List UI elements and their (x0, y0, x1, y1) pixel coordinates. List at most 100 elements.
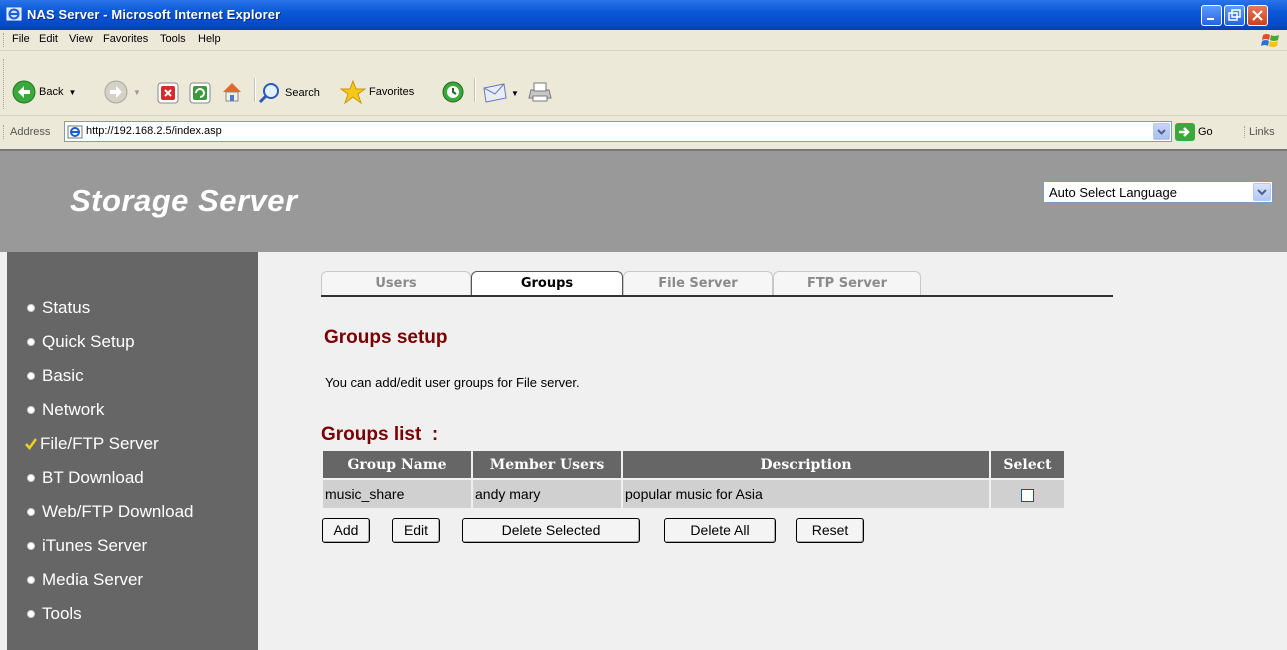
language-dropdown-button[interactable] (1253, 183, 1271, 201)
description-cell: popular music for Asia (623, 480, 989, 508)
menu-favorites[interactable]: Favorites (103, 33, 148, 45)
chevron-down-icon (1157, 129, 1166, 135)
sidebar-item-web-ftp-download[interactable]: Web/FTP Download (27, 502, 194, 522)
language-value: Auto Select Language (1049, 185, 1177, 200)
search-icon (258, 83, 279, 104)
search-button[interactable]: Search (258, 80, 320, 106)
address-url: http://192.168.2.5/index.asp (86, 125, 222, 137)
home-icon (223, 83, 241, 102)
sidebar-item-tools[interactable]: Tools (27, 604, 82, 624)
forward-arrow-icon (104, 80, 128, 104)
sidebar-item-network[interactable]: Network (27, 400, 104, 420)
window-titlebar: NAS Server - Microsoft Internet Explorer (0, 0, 1287, 30)
print-button[interactable] (527, 79, 553, 105)
window-title: NAS Server - Microsoft Internet Explorer (27, 7, 281, 22)
sidebar-item-basic[interactable]: Basic (27, 366, 84, 386)
tab-file-server[interactable]: File Server (623, 271, 773, 295)
address-input[interactable]: http://192.168.2.5/index.asp (64, 121, 1172, 142)
delete-selected-button[interactable]: Delete Selected (462, 518, 640, 543)
edit-button[interactable]: Edit (392, 518, 440, 543)
table-row: music_share andy mary popular music for … (323, 480, 1064, 508)
minimize-button[interactable] (1201, 5, 1222, 26)
checkmark-icon (25, 438, 37, 450)
bullet-icon (27, 372, 35, 380)
home-button[interactable] (220, 79, 244, 105)
minimize-icon (1207, 18, 1214, 20)
back-button[interactable]: Back ▼ (12, 79, 76, 105)
bullet-icon (27, 338, 35, 346)
menu-edit[interactable]: Edit (39, 33, 58, 45)
links-toolbar[interactable]: Links (1244, 126, 1275, 138)
menu-grip (3, 33, 7, 47)
bullet-icon (27, 542, 35, 550)
history-button[interactable] (441, 79, 465, 105)
toolbar-separator (254, 78, 256, 102)
browser-toolbar: Back ▼ ▼ Search Favorites ▼ (0, 51, 1287, 116)
reset-button[interactable]: Reset (796, 518, 864, 543)
select-checkbox[interactable] (1021, 488, 1034, 502)
sidebar-item-file-ftp-server[interactable]: File/FTP Server (25, 434, 159, 454)
address-grip (3, 125, 7, 139)
table-header-row: Group Name Member Users Description Sele… (323, 451, 1064, 478)
close-icon (1252, 10, 1263, 21)
column-header: Description (623, 451, 989, 478)
address-dropdown-button[interactable] (1153, 123, 1170, 140)
sidebar-item-bt-download[interactable]: BT Download (27, 468, 144, 488)
sidebar-item-status[interactable]: Status (27, 298, 90, 318)
bullet-icon (27, 406, 35, 414)
history-icon (442, 81, 464, 103)
stop-button[interactable] (157, 80, 179, 106)
language-select[interactable]: Auto Select Language (1043, 181, 1273, 203)
go-arrow-icon (1175, 123, 1195, 141)
tab-underline (321, 295, 1113, 297)
menu-file[interactable]: File (12, 33, 30, 45)
bullet-icon (27, 304, 35, 312)
sidebar-item-media-server[interactable]: Media Server (27, 570, 143, 590)
column-header: Group Name (323, 451, 471, 478)
favorites-button[interactable]: Favorites (340, 79, 414, 105)
groups-table: Group Name Member Users Description Sele… (321, 449, 1066, 510)
add-button[interactable]: Add (322, 518, 370, 543)
ie-logo-icon (6, 7, 22, 21)
go-button[interactable]: Go (1175, 123, 1213, 141)
page-header: Storage Server Auto Select Language (0, 149, 1287, 252)
tab-ftp-server[interactable]: FTP Server (773, 271, 921, 295)
address-label: Address (10, 126, 51, 138)
mail-dropdown-icon[interactable]: ▼ (511, 89, 519, 98)
back-arrow-icon (12, 80, 36, 104)
page-icon (67, 125, 83, 139)
restore-icon (1228, 9, 1241, 21)
forward-dropdown-icon[interactable]: ▼ (133, 88, 141, 97)
bullet-icon (27, 474, 35, 482)
bullet-icon (27, 610, 35, 618)
mail-icon (483, 83, 507, 103)
toolbar-separator (474, 78, 476, 102)
column-header: Member Users (473, 451, 621, 478)
delete-all-button[interactable]: Delete All (664, 518, 776, 543)
refresh-button[interactable] (189, 80, 211, 106)
printer-icon (528, 82, 552, 102)
menu-tools[interactable]: Tools (160, 33, 186, 45)
sidebar: Status Quick Setup Basic Network File/FT… (7, 252, 258, 650)
mail-button[interactable]: ▼ (482, 80, 519, 106)
sidebar-item-quick-setup[interactable]: Quick Setup (27, 332, 135, 352)
web-page: Storage Server Auto Select Language Stat… (0, 149, 1287, 650)
menu-view[interactable]: View (69, 33, 93, 45)
list-title: Groups list : (321, 424, 439, 445)
select-cell (991, 480, 1064, 508)
menu-bar: File Edit View Favorites Tools Help (0, 30, 1287, 51)
close-button[interactable] (1247, 5, 1268, 26)
group-name-cell: music_share (323, 480, 471, 508)
tab-groups[interactable]: Groups (471, 271, 623, 295)
back-dropdown-icon[interactable]: ▼ (68, 88, 76, 97)
forward-button[interactable]: ▼ (104, 79, 141, 105)
restore-button[interactable] (1224, 5, 1245, 26)
section-description: You can add/edit user groups for File se… (325, 375, 580, 390)
menu-help[interactable]: Help (198, 33, 221, 45)
bullet-icon (27, 508, 35, 516)
refresh-icon (189, 82, 211, 104)
tab-users[interactable]: Users (321, 271, 471, 295)
sidebar-item-itunes-server[interactable]: iTunes Server (27, 536, 147, 556)
address-bar: Address http://192.168.2.5/index.asp Go … (0, 116, 1287, 148)
column-header: Select (991, 451, 1064, 478)
